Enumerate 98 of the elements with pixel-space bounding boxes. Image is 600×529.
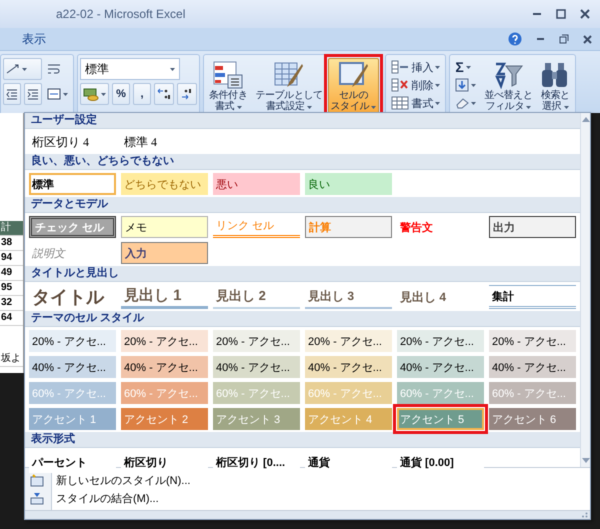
section-header: データとモデル: [25, 197, 580, 213]
currency-button[interactable]: [80, 83, 109, 105]
caret-icon: [101, 92, 106, 96]
edit-command-button[interactable]: 並べ替えと フィルタ: [481, 58, 536, 113]
cell-style-item[interactable]: 20% - アクセ...: [489, 330, 576, 352]
minimize-icon: [532, 13, 542, 15]
cell-style-item[interactable]: 40% - アクセ...: [121, 356, 208, 378]
cells-command-button[interactable]: 書式: [388, 94, 444, 112]
caret-icon: [526, 106, 532, 109]
delete-cells-icon: [391, 78, 410, 92]
cell-styles-button[interactable]: セルの スタイル: [328, 58, 380, 113]
wrap-text-icon: [47, 63, 61, 75]
close-icon: [583, 34, 592, 44]
cell-style-item[interactable]: 40% - アクセ...: [29, 356, 116, 378]
cell-style-item[interactable]: 40% - アクセ...: [489, 356, 576, 378]
cell-brush-icon: [338, 61, 368, 89]
sheet-cell: 95: [0, 281, 23, 296]
cell-style-item[interactable]: アクセント 6: [489, 408, 576, 430]
edit-command-button[interactable]: 検索と 選択: [537, 58, 574, 113]
caret-icon: [435, 102, 440, 104]
insert-cells-icon: [391, 60, 410, 74]
restore-icon: [559, 34, 569, 44]
cell-style-item[interactable]: 良い: [305, 173, 392, 195]
sheet-cell: 計: [0, 221, 23, 236]
cell-style-item[interactable]: 出力: [489, 216, 576, 238]
number-style-button[interactable]: %: [112, 83, 130, 105]
window-title: a22-02 - Microsoft Excel: [56, 7, 186, 21]
maximize-icon: [556, 9, 566, 19]
indent-icon: [6, 88, 18, 100]
sheet-cell: 坂よ: [0, 352, 23, 367]
cell-style-item[interactable]: 20% - アクセ...: [29, 330, 116, 352]
decrease-indent-button[interactable]: [3, 83, 21, 105]
autosum-button[interactable]: Σ: [452, 58, 480, 76]
cell-style-item[interactable]: 40% - アクセ...: [213, 356, 300, 378]
caret-icon: [306, 106, 312, 109]
help-icon: [508, 32, 522, 46]
decimal-arrow-icon: [180, 87, 194, 101]
caret-icon: [170, 68, 175, 70]
cell-style-item[interactable]: 40% - アクセ...: [397, 356, 484, 378]
ribbon-tab[interactable]: 表示: [18, 30, 50, 48]
cell-style-item[interactable]: 見出し 1: [121, 285, 208, 309]
cell-style-item[interactable]: 集計: [489, 285, 576, 309]
decimal-arrow-icon: [157, 87, 171, 101]
increase-decimal-button[interactable]: [154, 83, 174, 105]
sheet-cell: 32: [0, 296, 23, 311]
caret-icon: [466, 66, 471, 68]
sheet-cell: 49: [0, 266, 23, 281]
cell-style-item[interactable]: 入力: [121, 242, 208, 264]
table-brush-icon: [274, 61, 304, 89]
sort-filter-icon: [493, 61, 524, 89]
caret-icon: [236, 106, 242, 109]
cell-style-item[interactable]: 20% - アクセ...: [305, 330, 392, 352]
cell-style-item[interactable]: どちらでもない: [121, 173, 208, 195]
caret-icon: [371, 106, 376, 109]
cell-style-item[interactable]: メモ: [121, 216, 208, 238]
sheet-cell: 64: [0, 311, 23, 326]
section-header: 表示形式: [25, 432, 580, 448]
section-header: 良い、悪い、どちらでもない: [25, 154, 580, 170]
decrease-decimal-button[interactable]: [177, 83, 197, 105]
menu-command[interactable]: スタイルの結合(M)...: [56, 490, 159, 506]
caret-icon: [471, 102, 476, 104]
close-icon: [580, 9, 590, 19]
caret-icon: [22, 68, 27, 70]
fill-down-icon: [455, 78, 470, 92]
indent-icon: [27, 88, 39, 100]
merge-cells-icon: [47, 88, 61, 100]
caret-icon: [564, 106, 569, 109]
cells-command-button[interactable]: 削除: [388, 76, 444, 94]
cell-style-item[interactable]: 40% - アクセ...: [305, 356, 392, 378]
cell-style-item[interactable]: 20% - アクセ...: [121, 330, 208, 352]
new-style-icon: [30, 474, 44, 486]
text-direction-icon: [6, 63, 20, 75]
orientation-button[interactable]: [3, 58, 42, 80]
sheet-cell: 38: [0, 236, 23, 251]
sheet-cell: 94: [0, 251, 23, 266]
number-style-button[interactable]: ,: [133, 83, 151, 105]
eraser-icon: [455, 97, 470, 109]
cell-style-item[interactable]: 悪い: [213, 173, 300, 195]
coins-icon: [83, 87, 99, 101]
section-header: ユーザー設定: [25, 113, 580, 129]
cell-style-item[interactable]: 20% - アクセ...: [213, 330, 300, 352]
caret-icon: [471, 84, 476, 86]
format-cells-icon: [391, 96, 410, 110]
conditional-format-icon: [213, 61, 244, 89]
increase-indent-button[interactable]: [24, 83, 42, 105]
section-header: テーマのセル スタイル: [25, 311, 580, 327]
minimize-icon: [536, 38, 545, 40]
number-format-dropdown[interactable]: 標準: [80, 58, 180, 80]
caret-icon: [435, 66, 440, 68]
cell-style-item[interactable]: 標準: [29, 173, 116, 195]
merge-styles-icon: [30, 492, 44, 504]
cells-command-button[interactable]: 挿入: [388, 58, 444, 76]
caret-icon: [435, 84, 440, 86]
caret-icon: [63, 92, 68, 96]
menu-command[interactable]: 新しいセルのスタイル(N)...: [56, 472, 190, 488]
section-header: タイトルと見出し: [25, 266, 580, 282]
cell-style-item[interactable]: 20% - アクセ...: [397, 330, 484, 352]
scrollbar[interactable]: [580, 113, 590, 467]
